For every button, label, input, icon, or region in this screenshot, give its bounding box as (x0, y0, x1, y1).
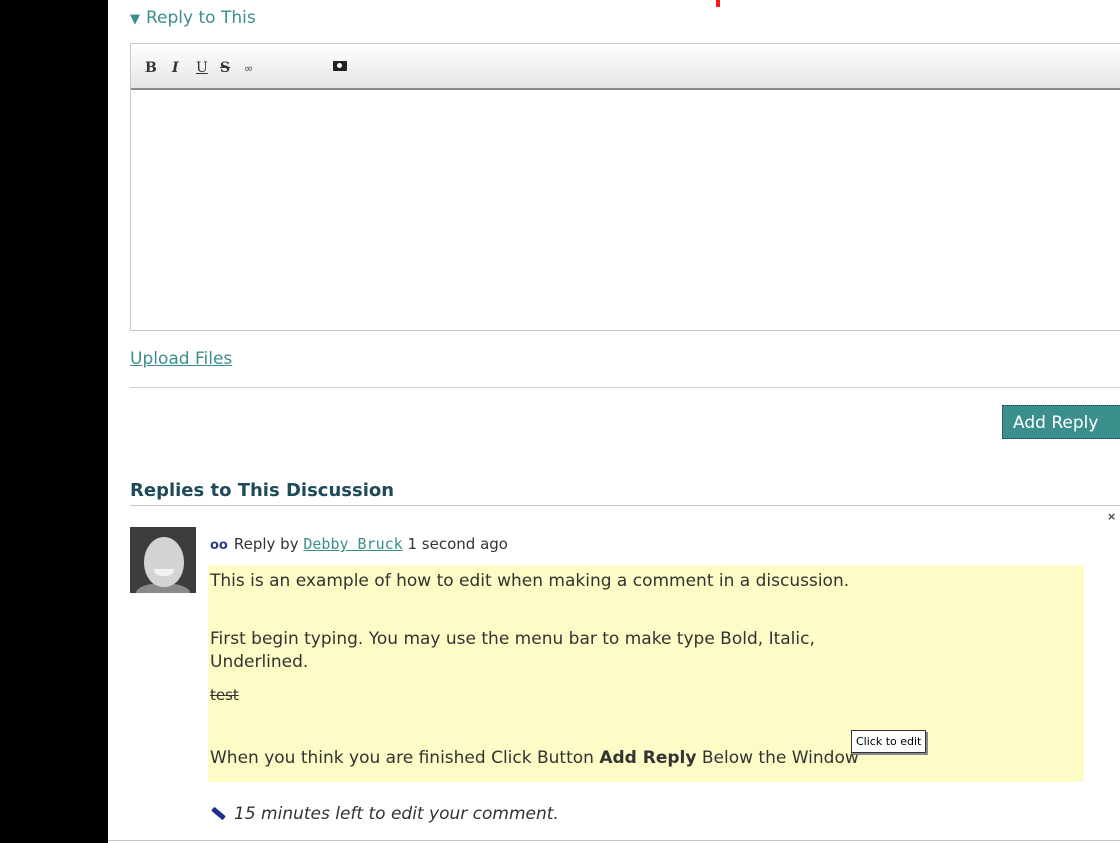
reply-by-label: Reply by (233, 535, 299, 553)
underline-button[interactable]: U (196, 58, 208, 78)
edit-time-remaining: 15 minutes left to edit your comment. (210, 804, 559, 824)
triangle-down-icon: ▼ (130, 12, 140, 27)
strikethrough-button[interactable]: S (220, 58, 230, 78)
insert-image-icon[interactable] (333, 61, 347, 71)
reply-text-area[interactable] (131, 90, 1120, 330)
red-marker (716, 0, 720, 7)
click-to-edit-tooltip: Click to edit (851, 730, 927, 753)
reply-editor: B I U S ∞ (130, 43, 1120, 331)
bottom-divider (108, 840, 1120, 841)
comment-line-final: When you think you are finished Click Bu… (210, 748, 859, 768)
replies-section-title: Replies to This Discussion (130, 480, 395, 501)
section-divider (130, 505, 1120, 506)
upload-files-link[interactable]: Upload Files (130, 349, 232, 369)
permalink-icon[interactable]: oo (210, 538, 228, 553)
reply-timestamp: 1 second ago (407, 535, 508, 553)
italic-button[interactable]: I (172, 58, 179, 78)
comment-line: This is an example of how to edit when m… (210, 571, 850, 591)
avatar (130, 527, 196, 593)
comment-line-strikethrough: test (210, 686, 239, 704)
editor-toolbar: B I U S ∞ (131, 44, 1120, 90)
link-icon[interactable]: ∞ (244, 59, 253, 79)
comment-line: Underlined. (210, 652, 309, 672)
divider (130, 387, 1120, 388)
left-black-bar (0, 0, 108, 843)
pencil-icon (210, 806, 228, 820)
comment-line: First begin typing. You may use the menu… (210, 629, 815, 649)
add-reply-button[interactable]: Add Reply (1002, 405, 1120, 439)
reply-to-this-toggle[interactable]: ▼ Reply to This (130, 8, 256, 28)
bold-button[interactable]: B (145, 58, 157, 78)
reply-toggle-label: Reply to This (146, 8, 256, 28)
close-icon[interactable]: × (1107, 510, 1116, 523)
reply-meta: oo Reply by Debby Bruck 1 second ago (210, 535, 508, 553)
editable-comment-body[interactable]: This is an example of how to edit when m… (208, 565, 1084, 782)
author-link[interactable]: Debby Bruck (303, 535, 402, 553)
